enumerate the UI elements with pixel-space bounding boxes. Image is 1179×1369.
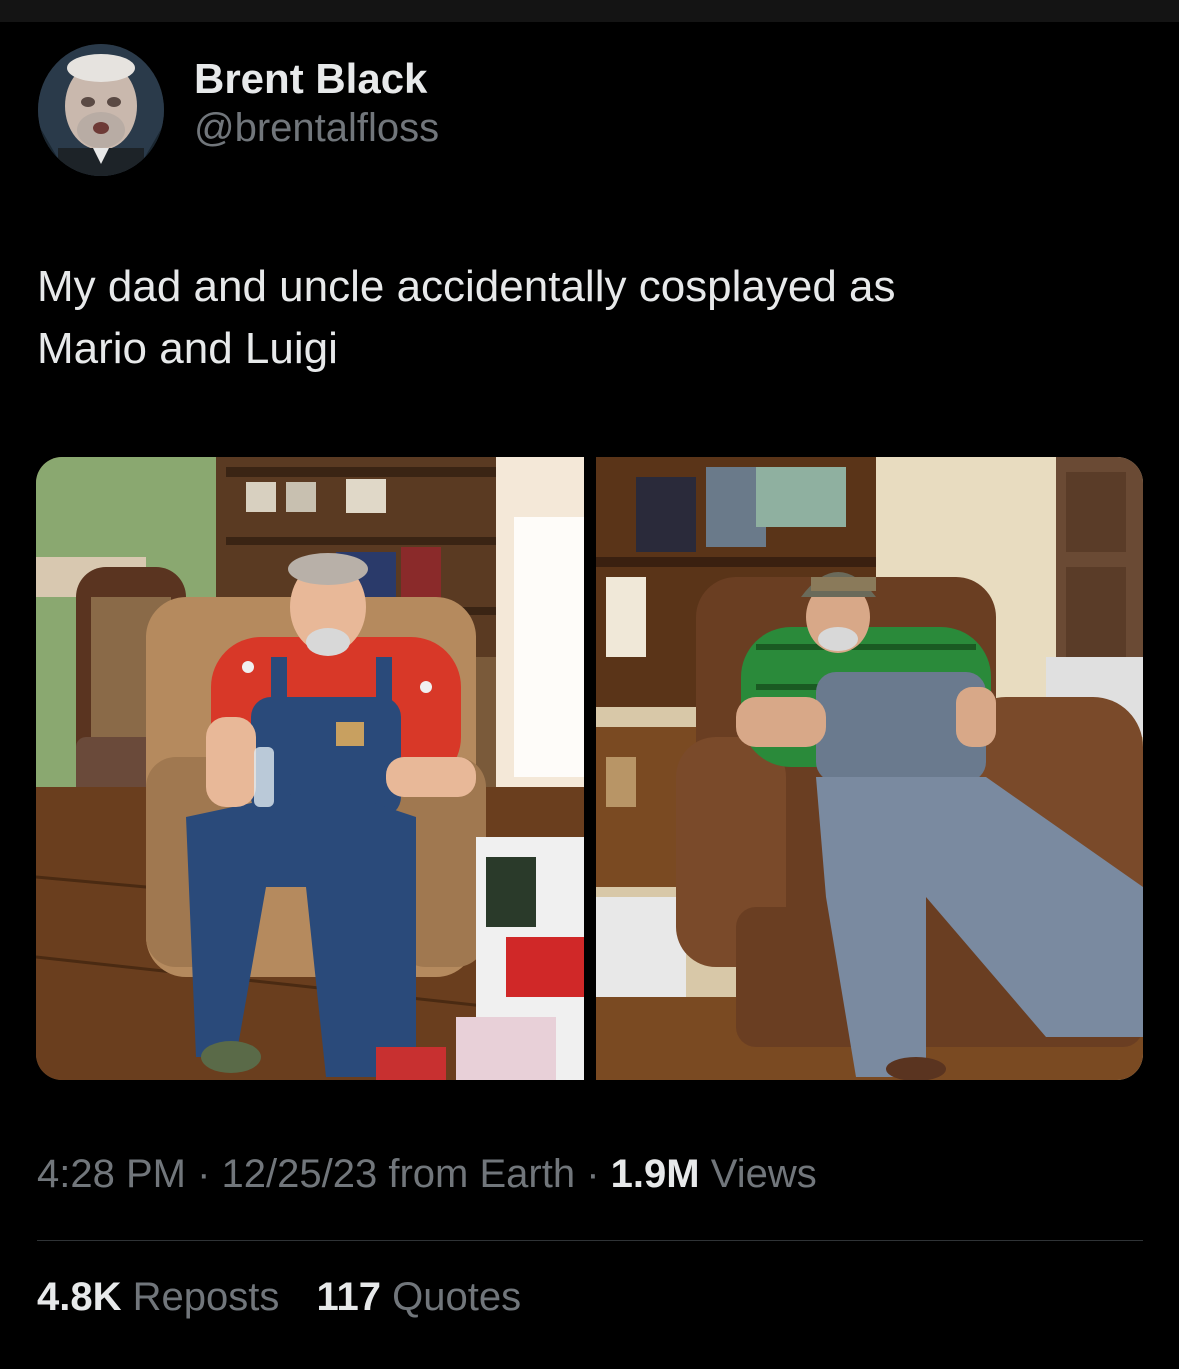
tweet-header: Brent Black @brentalfloss <box>38 44 439 176</box>
tweet-text: My dad and uncle accidentally cosplayed … <box>37 262 896 373</box>
meta-separator: · <box>197 1152 211 1196</box>
views-label[interactable]: Views <box>711 1152 817 1196</box>
tweet-source: from Earth <box>388 1152 576 1196</box>
avatar[interactable] <box>38 44 164 176</box>
reposts-count[interactable]: 4.8K <box>37 1275 122 1319</box>
quotes-label[interactable]: Quotes <box>392 1275 521 1319</box>
tweet-meta: 4:28 PM · 12/25/23 from Earth · 1.9M Vie… <box>37 1152 817 1197</box>
tweet-date[interactable]: 12/25/23 <box>222 1152 378 1196</box>
views-count[interactable]: 1.9M <box>611 1152 700 1196</box>
author-handle[interactable]: @brentalfloss <box>194 104 439 152</box>
tweet-stats: 4.8K Reposts 117 Quotes <box>37 1275 521 1320</box>
divider <box>37 1240 1143 1241</box>
media-grid <box>36 457 1143 1080</box>
media-divider <box>584 457 596 1080</box>
avatar-illustration <box>38 44 164 176</box>
author-display-name[interactable]: Brent Black <box>194 54 439 104</box>
photo-left-image <box>36 457 584 1080</box>
media-photo-left[interactable] <box>36 457 584 1080</box>
reposts-label[interactable]: Reposts <box>133 1275 280 1319</box>
quotes-count[interactable]: 117 <box>317 1275 382 1319</box>
top-edge-bar <box>0 0 1179 22</box>
tweet-time[interactable]: 4:28 PM <box>37 1152 186 1196</box>
meta-separator: · <box>586 1152 600 1196</box>
photo-right-image <box>596 457 1143 1080</box>
media-photo-right[interactable] <box>596 457 1143 1080</box>
